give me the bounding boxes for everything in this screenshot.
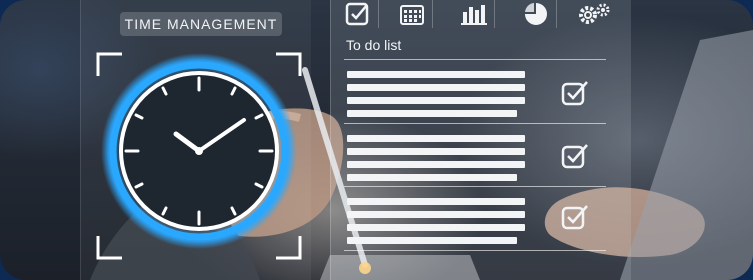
tab-bar xyxy=(330,0,630,30)
todo-list-title: To do list xyxy=(346,37,402,53)
pie-chart-icon xyxy=(525,3,547,25)
tab-settings[interactable] xyxy=(574,0,614,28)
bar-chart-icon xyxy=(461,5,487,25)
divider xyxy=(344,123,606,124)
divider xyxy=(344,186,606,187)
checkbox-icon xyxy=(345,2,369,26)
checkbox-icon[interactable] xyxy=(560,143,590,171)
list-item xyxy=(347,198,525,250)
checkbox-icon[interactable] xyxy=(560,80,590,108)
clock-icon xyxy=(101,53,297,249)
list-item xyxy=(347,71,525,123)
calendar-icon xyxy=(400,5,424,25)
list-item xyxy=(347,135,525,187)
checkbox-icon[interactable] xyxy=(560,204,590,232)
tab-bar-chart[interactable] xyxy=(454,0,495,28)
tab-pie-chart[interactable] xyxy=(516,0,557,28)
divider xyxy=(344,59,606,60)
gears-icon xyxy=(579,3,610,24)
divider xyxy=(344,250,606,251)
tab-checklist[interactable] xyxy=(338,0,379,28)
tab-calendar[interactable] xyxy=(392,0,433,28)
photo-frame: TIME MANAGEMENT To do list xyxy=(0,0,753,280)
time-management-label: TIME MANAGEMENT xyxy=(120,12,282,36)
